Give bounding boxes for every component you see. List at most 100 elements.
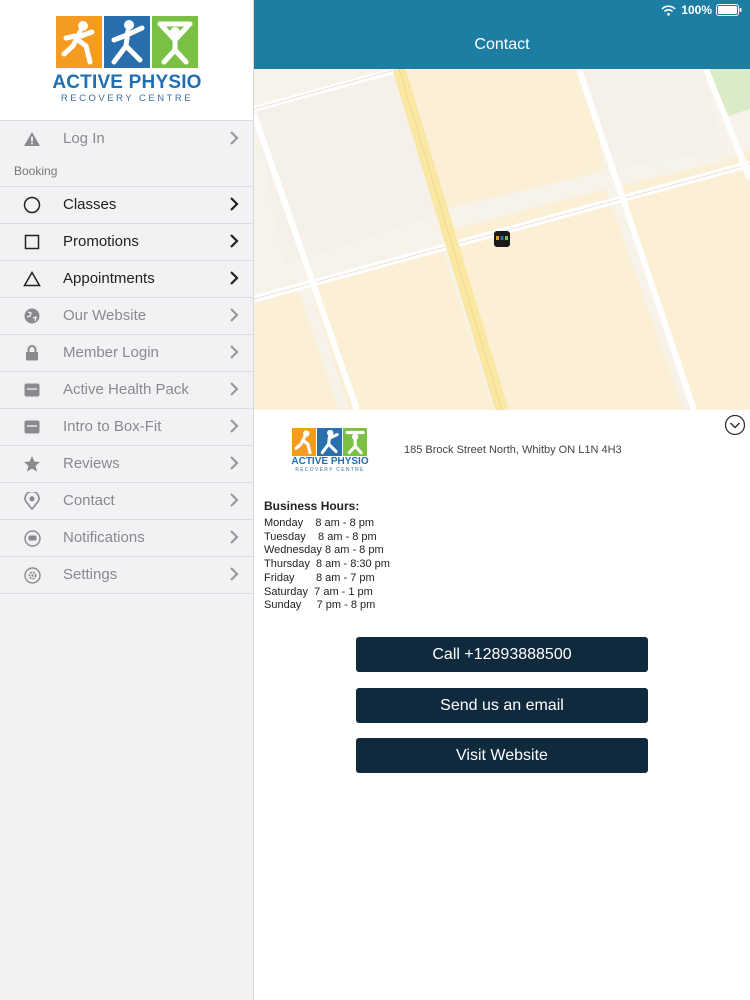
chevron-right-icon xyxy=(230,131,239,145)
logo-graphic xyxy=(56,16,198,68)
business-hours-list: Monday 8 am - 8 pm Tuesday 8 am - 8 pm W… xyxy=(264,517,390,613)
sidebar-item-label: Settings xyxy=(63,566,118,583)
logo-name: ACTIVE PHYSIO xyxy=(52,72,202,93)
sidebar-item-log-in[interactable]: Log In xyxy=(0,120,253,156)
sidebar-item-label: Member Login xyxy=(63,344,159,361)
chevron-right-icon xyxy=(230,234,239,248)
hours-row: Tuesday 8 am - 8 pm xyxy=(264,531,390,545)
hours-day: Friday xyxy=(264,571,295,584)
weightlifter-icon xyxy=(342,428,367,456)
stretching-person-icon xyxy=(317,428,342,456)
chevron-right-icon xyxy=(230,308,239,322)
sidebar: ACTIVE PHYSIO RECOVERY CENTRE Log In Boo… xyxy=(0,0,254,1000)
sidebar-item-our-website[interactable]: Our Website xyxy=(0,297,253,333)
sidebar-item-label: Notifications xyxy=(63,529,145,546)
sidebar-item-label: Reviews xyxy=(63,455,120,472)
battery-icon xyxy=(716,4,742,16)
hours-time: 7 am - 1 pm xyxy=(314,585,373,598)
map-view[interactable] xyxy=(254,69,750,410)
hours-day: Monday xyxy=(264,517,304,529)
hours-row: Saturday 7 am - 1 pm xyxy=(264,586,390,600)
hours-time: 8 am - 8 pm xyxy=(315,517,375,529)
chevron-right-icon xyxy=(230,345,239,359)
logo-subtitle: RECOVERY CENTRE xyxy=(295,467,365,473)
runner-icon xyxy=(56,16,102,68)
hours-time: 8 am - 8 pm xyxy=(324,544,384,557)
sidebar-item-label: Appointments xyxy=(63,270,155,287)
sidebar-item-intro-to-box-fit[interactable]: Intro to Box-Fit xyxy=(0,408,253,444)
sidebar-item-label: Contact xyxy=(63,492,115,509)
hours-day: Tuesday xyxy=(264,530,306,543)
chevron-down-icon[interactable] xyxy=(724,414,746,436)
divider xyxy=(0,593,253,594)
logo-subtitle: RECOVERY CENTRE xyxy=(60,93,194,104)
chevron-right-icon xyxy=(230,382,239,396)
page-title: Contact xyxy=(474,36,530,53)
star-icon xyxy=(22,454,42,474)
chevron-right-icon xyxy=(230,197,239,211)
hours-day: Wednesday xyxy=(264,544,322,557)
runner-icon xyxy=(292,428,317,456)
battery-percentage: 100% xyxy=(681,3,712,17)
chevron-right-icon xyxy=(230,456,239,470)
envelope-icon xyxy=(22,380,42,400)
sidebar-item-contact[interactable]: Contact xyxy=(0,482,253,518)
sidebar-item-active-health-pack[interactable]: Active Health Pack xyxy=(0,371,253,407)
chevron-right-icon xyxy=(230,271,239,285)
hours-row: Thursday 8 am - 8:30 pm xyxy=(264,558,390,572)
hours-row: Sunday 7 pm - 8 pm xyxy=(264,599,390,613)
sidebar-item-reviews[interactable]: Reviews xyxy=(0,445,253,481)
sidebar-item-settings[interactable]: Settings xyxy=(0,556,253,592)
stretching-person-icon xyxy=(104,16,150,68)
sidebar-item-notifications[interactable]: Notifications xyxy=(0,519,253,555)
hours-day: Saturday xyxy=(264,585,309,598)
triangle-icon xyxy=(22,269,42,289)
chevron-right-icon xyxy=(230,419,239,433)
warning-icon xyxy=(22,129,42,149)
chevron-right-icon xyxy=(230,493,239,507)
sidebar-item-label: Active Health Pack xyxy=(63,381,189,398)
hours-time: 7 pm - 8 pm xyxy=(316,599,376,612)
hours-day: Thursday xyxy=(264,558,310,571)
business-logo: ACTIVE PHYSIO RECOVERY CENTRE xyxy=(291,428,369,474)
sidebar-item-promotions[interactable]: Promotions xyxy=(0,223,253,259)
hours-time: 8 am - 7 pm xyxy=(315,571,375,584)
envelope-icon xyxy=(22,417,42,437)
contact-panel: ACTIVE PHYSIO RECOVERY CENTRE 185 Brock … xyxy=(254,410,750,1000)
hours-day: Sunday xyxy=(264,599,302,612)
sidebar-item-label: Classes xyxy=(63,196,117,213)
hours-time: 8 am - 8 pm xyxy=(318,530,377,543)
chevron-right-icon xyxy=(230,530,239,544)
circle-icon xyxy=(22,195,42,215)
chat-bubble-icon xyxy=(22,528,42,548)
sidebar-item-appointments[interactable]: Appointments xyxy=(0,260,253,296)
location-pin-icon xyxy=(22,491,42,511)
visit-website-button[interactable]: Visit Website xyxy=(356,738,648,773)
hours-row: Friday 8 am - 7 pm xyxy=(264,572,390,586)
square-icon xyxy=(22,232,42,252)
hours-time: 8 am - 8:30 pm xyxy=(315,558,390,571)
weightlifter-icon xyxy=(152,16,198,68)
section-header-booking: Booking xyxy=(14,164,58,178)
map-canvas xyxy=(254,69,750,410)
logo-name: ACTIVE PHYSIO xyxy=(291,456,369,467)
sidebar-item-label: Intro to Box-Fit xyxy=(63,418,162,435)
hours-row: Monday 8 am - 8 pm xyxy=(264,517,390,531)
sidebar-item-label: Our Website xyxy=(63,307,147,324)
email-button[interactable]: Send us an email xyxy=(356,688,648,723)
sidebar-item-member-login[interactable]: Member Login xyxy=(0,334,253,370)
sidebar-item-label: Log In xyxy=(63,130,105,147)
sidebar-item-classes[interactable]: Classes xyxy=(0,186,253,222)
lock-icon xyxy=(22,343,42,363)
call-button[interactable]: Call +12893888500 xyxy=(356,637,648,672)
sidebar-item-label: Promotions xyxy=(63,233,139,250)
chevron-right-icon xyxy=(230,567,239,581)
logo: ACTIVE PHYSIO RECOVERY CENTRE xyxy=(0,0,253,120)
address: 185 Brock Street North, Whitby ON L1N 4H… xyxy=(404,444,622,456)
hours-row: Wednesday 8 am - 8 pm xyxy=(264,544,390,558)
wifi-icon xyxy=(661,4,676,16)
status-bar: 100% xyxy=(661,3,742,17)
globe-icon xyxy=(22,306,42,326)
navigation-bar: 100% Contact xyxy=(254,0,750,69)
business-hours-title: Business Hours: xyxy=(264,499,360,513)
